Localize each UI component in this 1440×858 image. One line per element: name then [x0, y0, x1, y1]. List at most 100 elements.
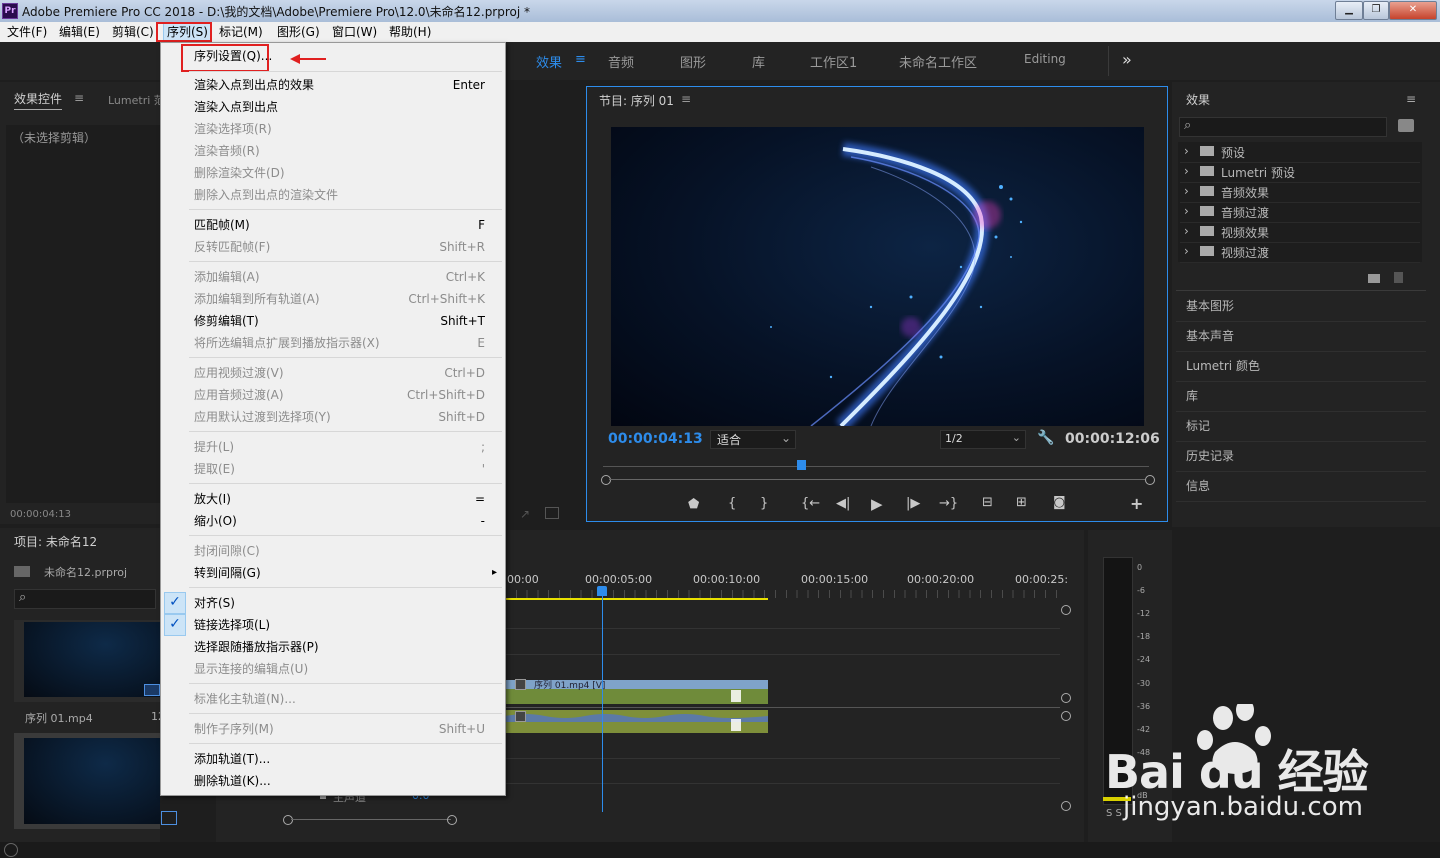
- workspace-tab-editing[interactable]: Editing: [1024, 52, 1066, 66]
- menu-item-delete-render-files-in-out[interactable]: 删除入点到出点的渲染文件: [194, 187, 338, 203]
- extract-button[interactable]: ⊞: [1016, 495, 1027, 510]
- panel-info[interactable]: 信息: [1176, 472, 1426, 502]
- timeline-zoom-handle-right[interactable]: [447, 815, 457, 825]
- menu-item-render-effects-in-out[interactable]: 渲染入点到出点的效果: [194, 77, 314, 93]
- menu-item-zoom-in[interactable]: 放大(I): [194, 491, 231, 507]
- vertical-scroll-handle[interactable]: [1061, 711, 1071, 721]
- menu-item-add-edit[interactable]: 添加编辑(A): [194, 269, 260, 285]
- effects-folder-video-transitions[interactable]: › 视频过渡: [1180, 243, 1420, 263]
- trash-icon[interactable]: [1394, 272, 1403, 283]
- program-ruler[interactable]: [603, 466, 1149, 467]
- menu-item-extend-edit[interactable]: 将所选编辑点扩展到播放指示器(X): [194, 335, 380, 351]
- vertical-scroll-handle[interactable]: [1061, 801, 1071, 811]
- menu-item-snap[interactable]: 对齐(S): [194, 595, 235, 611]
- workspace-menu-icon[interactable]: ≡: [575, 52, 586, 67]
- menu-window[interactable]: 窗口(W): [329, 24, 380, 40]
- video-clip[interactable]: 序列 01.mp4 [V]: [505, 679, 768, 704]
- menu-item-close-gap[interactable]: 封闭间隙(C): [194, 543, 260, 559]
- panel-libraries[interactable]: 库: [1176, 382, 1426, 412]
- zoom-bar[interactable]: [609, 479, 1145, 480]
- menu-graphics[interactable]: 图形(G): [274, 24, 323, 40]
- menu-marker[interactable]: 标记(M): [216, 24, 266, 40]
- menu-item-apply-audio-transition[interactable]: 应用音频过渡(A): [194, 387, 284, 403]
- workspace-tab-audio[interactable]: 音频: [608, 52, 634, 71]
- vertical-scroll-handle[interactable]: [1061, 693, 1071, 703]
- close-button[interactable]: ✕: [1389, 1, 1437, 20]
- menu-item-delete-tracks[interactable]: 删除轨道(K)...: [194, 773, 271, 789]
- workspace-tab-libraries[interactable]: 库: [752, 52, 765, 71]
- effect-controls-tab[interactable]: 效果控件: [14, 90, 63, 110]
- step-forward-button[interactable]: |▶: [906, 496, 920, 511]
- monitor-export-icon[interactable]: [545, 507, 559, 519]
- menu-item-trim-edit[interactable]: 修剪编辑(T): [194, 313, 259, 329]
- folder-icon[interactable]: [1368, 274, 1380, 283]
- program-monitor-menu-icon[interactable]: ≡: [681, 92, 691, 106]
- workspace-tab-unnamed[interactable]: 未命名工作区: [899, 52, 977, 71]
- program-current-timecode[interactable]: 00:00:04:13: [608, 431, 703, 447]
- workspace-overflow-icon[interactable]: »: [1122, 50, 1132, 69]
- timeline-zoom-handle-left[interactable]: [283, 815, 293, 825]
- step-back-button[interactable]: ◀|: [836, 496, 850, 511]
- project-item-name[interactable]: 序列 01.mp4: [25, 710, 93, 726]
- mark-in-button[interactable]: {: [728, 496, 736, 511]
- effects-folder-audio-effects[interactable]: › 音频效果: [1180, 183, 1420, 203]
- menu-item-extract[interactable]: 提取(E): [194, 461, 235, 477]
- fit-dropdown[interactable]: 适合 ⌄: [710, 430, 796, 449]
- menu-item-zoom-out[interactable]: 缩小(O): [194, 513, 237, 529]
- effects-folder-lumetri-presets[interactable]: › Lumetri 预设: [1180, 163, 1420, 183]
- effects-search-input[interactable]: ⌕: [1179, 117, 1387, 137]
- menu-item-linked-selection[interactable]: 链接选择项(L): [194, 617, 270, 633]
- export-frame-button[interactable]: ◙: [1053, 495, 1066, 510]
- project-search-input[interactable]: ⌕: [14, 589, 156, 609]
- menu-item-apply-default-transitions[interactable]: 应用默认过渡到选择项(Y): [194, 409, 331, 425]
- mark-out-button[interactable]: }: [760, 496, 768, 511]
- new-bin-icon[interactable]: [1398, 119, 1414, 132]
- menu-item-show-through-edits[interactable]: 显示连接的编辑点(U): [194, 661, 308, 677]
- monitor-overflow-icon[interactable]: ↗: [520, 507, 530, 521]
- menu-item-apply-video-transition[interactable]: 应用视频过渡(V): [194, 365, 284, 381]
- play-button[interactable]: ▶: [871, 495, 883, 513]
- menu-edit[interactable]: 编辑(E): [56, 24, 103, 40]
- menu-file[interactable]: 文件(F): [4, 24, 50, 40]
- menu-item-normalize-master[interactable]: 标准化主轨道(N)...: [194, 691, 296, 707]
- workspace-tab-effects[interactable]: 效果: [536, 52, 562, 71]
- panel-history[interactable]: 历史记录: [1176, 442, 1426, 472]
- button-editor-button[interactable]: +: [1130, 494, 1143, 513]
- wrench-icon[interactable]: 🔧: [1037, 430, 1054, 446]
- menu-item-match-frame[interactable]: 匹配帧(M): [194, 217, 250, 233]
- menu-help[interactable]: 帮助(H): [386, 24, 434, 40]
- resolution-dropdown[interactable]: 1/2 ⌄: [940, 430, 1026, 449]
- effect-controls-tab-menu[interactable]: ≡: [74, 91, 84, 105]
- program-video-frame[interactable]: [611, 127, 1144, 426]
- effects-folder-video-effects[interactable]: › 视频效果: [1180, 223, 1420, 243]
- menu-item-go-to-gap[interactable]: 转到间隔(G): [194, 565, 261, 581]
- effects-panel-menu-icon[interactable]: ≡: [1406, 92, 1416, 106]
- menu-item-reverse-match-frame[interactable]: 反转匹配帧(F): [194, 239, 270, 255]
- audio-clip[interactable]: [505, 710, 768, 733]
- go-to-in-button[interactable]: {←: [801, 496, 820, 511]
- program-playhead[interactable]: [797, 460, 806, 470]
- timeline-zoom-bar[interactable]: [291, 819, 451, 820]
- panel-markers[interactable]: 标记: [1176, 412, 1426, 442]
- menu-item-selection-follows-playhead[interactable]: 选择跟随播放指示器(P): [194, 639, 319, 655]
- panel-essential-sound[interactable]: 基本声音: [1176, 322, 1426, 352]
- menu-item-add-edit-all-tracks[interactable]: 添加编辑到所有轨道(A): [194, 291, 320, 307]
- menu-item-delete-render-files[interactable]: 删除渲染文件(D): [194, 165, 285, 181]
- panel-lumetri-color[interactable]: Lumetri 颜色: [1176, 352, 1426, 382]
- timeline-playhead-handle[interactable]: [597, 586, 607, 596]
- menu-item-render-selection[interactable]: 渲染选择项(R): [194, 121, 272, 137]
- lumetri-scopes-tab[interactable]: Lumetri 范: [108, 92, 165, 108]
- zoom-handle-left[interactable]: [601, 475, 611, 485]
- add-marker-button[interactable]: ⬟: [688, 497, 699, 512]
- effects-folder-presets[interactable]: › 预设: [1180, 143, 1420, 163]
- project-thumbnail-2[interactable]: [24, 738, 160, 824]
- maximize-button[interactable]: ❐: [1363, 1, 1389, 20]
- effects-folder-audio-transitions[interactable]: › 音频过渡: [1180, 203, 1420, 223]
- menu-item-sequence-settings[interactable]: 序列设置(Q)...: [194, 48, 272, 64]
- workspace-tab-workspace1[interactable]: 工作区1: [810, 52, 857, 71]
- menu-item-add-tracks[interactable]: 添加轨道(T)...: [194, 751, 270, 767]
- go-to-out-button[interactable]: →}: [939, 496, 958, 511]
- menu-item-make-subsequence[interactable]: 制作子序列(M): [194, 721, 274, 737]
- work-area-bar[interactable]: [505, 598, 768, 600]
- panel-essential-graphics[interactable]: 基本图形: [1176, 292, 1426, 322]
